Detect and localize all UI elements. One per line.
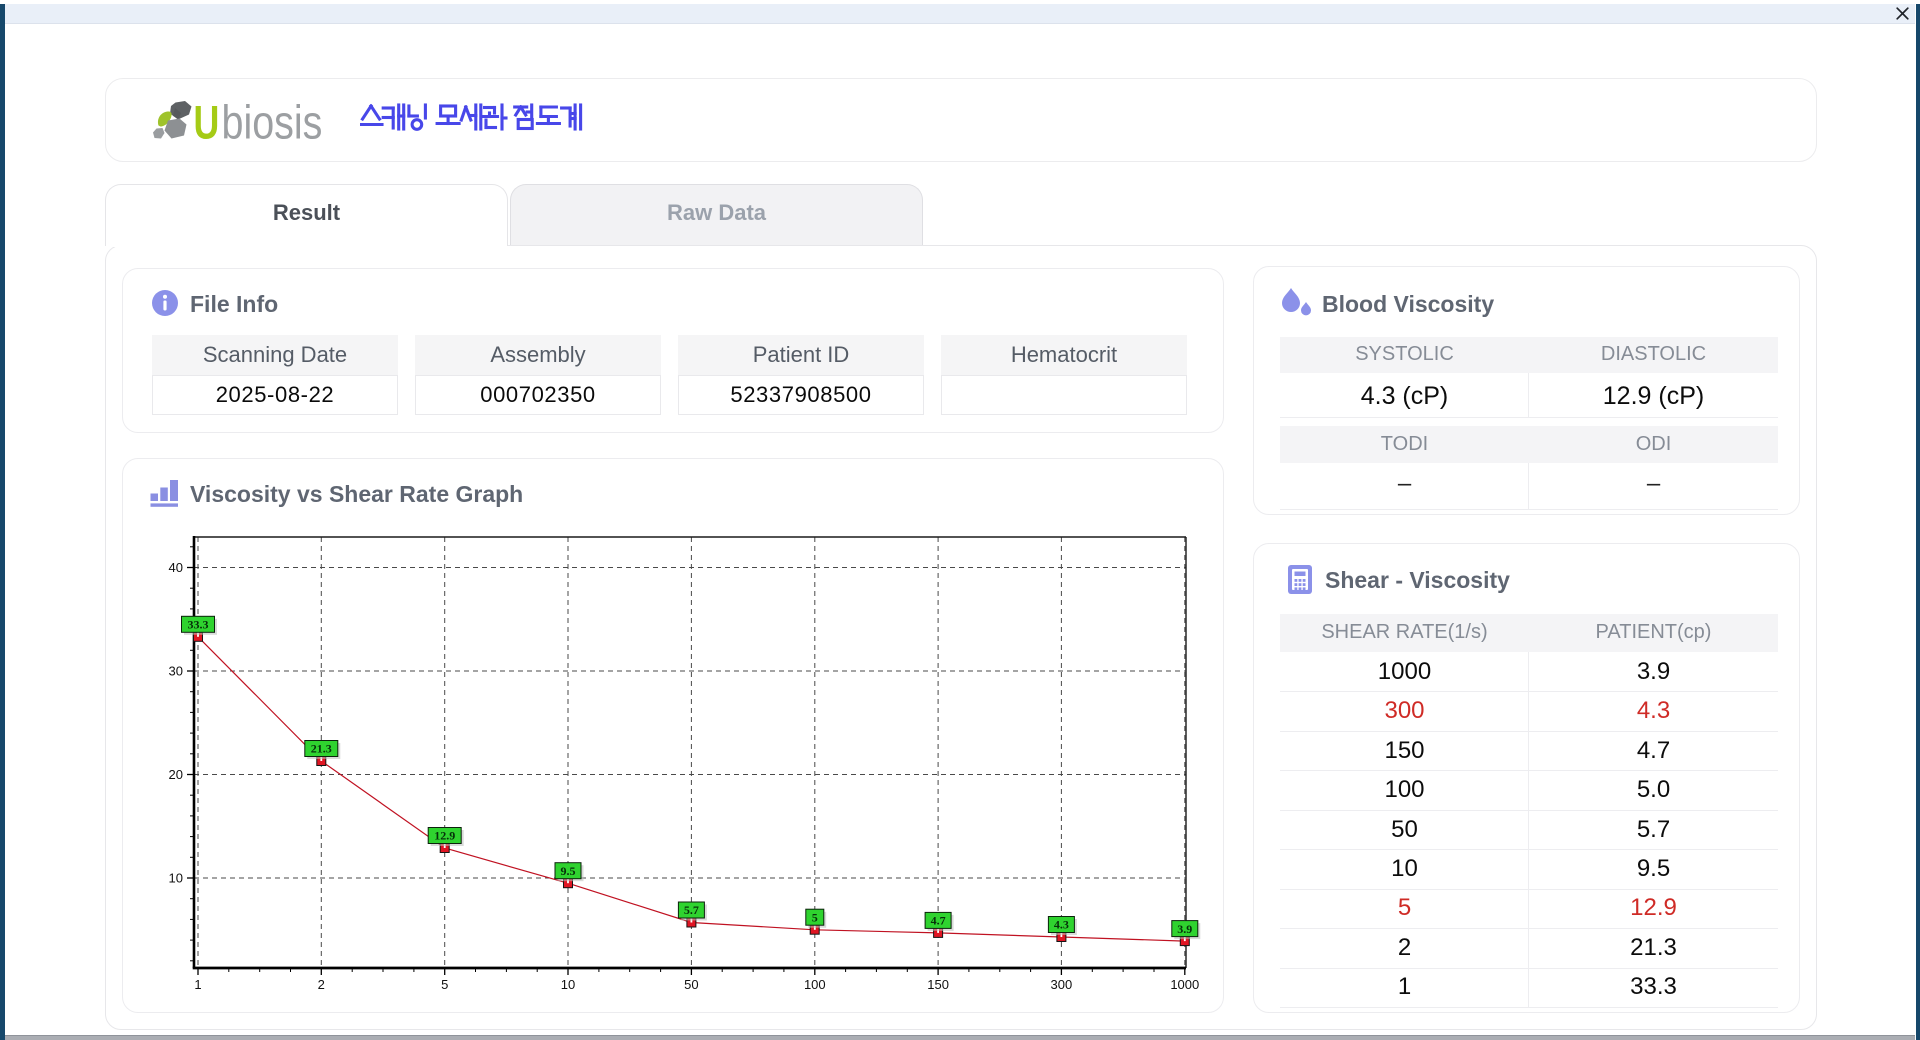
svg-text:1000: 1000: [1170, 977, 1199, 992]
svg-text:50: 50: [684, 977, 698, 992]
svg-text:300: 300: [1051, 977, 1073, 992]
svg-text:21.3: 21.3: [311, 742, 332, 756]
svg-text:9.5: 9.5: [561, 864, 576, 878]
svg-text:5: 5: [812, 910, 818, 924]
svg-text:2: 2: [318, 977, 325, 992]
svg-text:biosis: biosis: [222, 97, 323, 146]
svg-text:5.7: 5.7: [684, 903, 699, 917]
svg-text:4.7: 4.7: [931, 914, 946, 928]
svg-text:40: 40: [169, 560, 183, 575]
svg-text:150: 150: [927, 977, 949, 992]
svg-text:4.3: 4.3: [1054, 918, 1069, 932]
svg-text:12.9: 12.9: [434, 829, 455, 843]
svg-text:10: 10: [561, 977, 575, 992]
svg-text:3.9: 3.9: [1177, 922, 1192, 936]
svg-text:30: 30: [169, 664, 183, 679]
svg-text:100: 100: [804, 977, 826, 992]
svg-text:20: 20: [169, 767, 183, 782]
svg-text:U: U: [194, 96, 220, 146]
svg-text:33.3: 33.3: [188, 618, 209, 632]
svg-text:1: 1: [194, 977, 201, 992]
svg-text:5: 5: [441, 977, 448, 992]
svg-text:10: 10: [169, 871, 183, 886]
